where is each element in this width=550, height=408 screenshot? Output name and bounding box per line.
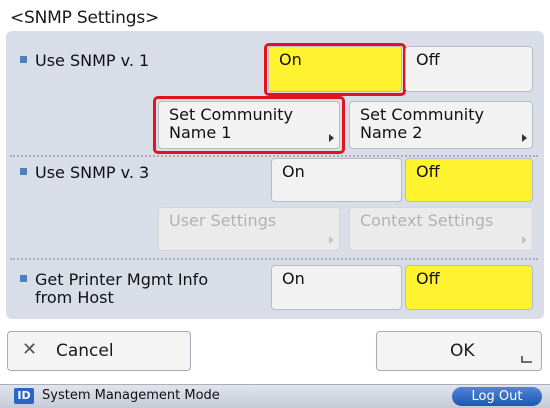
corner-return-icon [521, 356, 532, 363]
ok-button[interactable]: OK [376, 331, 542, 371]
set-community-name-1-button[interactable]: Set Community Name 1 [158, 101, 340, 149]
cancel-button[interactable]: ✕ Cancel [7, 331, 191, 371]
id-badge-icon: ID [14, 388, 34, 404]
bullet-icon [20, 56, 27, 63]
snmp-v3-label: Use SNMP v. 3 [20, 164, 149, 182]
submenu-arrow-icon [329, 236, 334, 244]
printer-mgmt-off-button[interactable]: Off [405, 265, 533, 310]
snmp-v1-label: Use SNMP v. 1 [20, 52, 149, 70]
section-divider [10, 155, 538, 157]
submenu-arrow-icon [522, 236, 527, 244]
page-title: <SNMP Settings> [10, 8, 160, 28]
bullet-icon [20, 168, 27, 175]
submenu-arrow-icon [522, 134, 527, 142]
close-icon: ✕ [22, 339, 38, 360]
snmp-v3-on-button[interactable]: On [271, 158, 402, 202]
submenu-arrow-icon [329, 134, 334, 142]
printer-mgmt-label: Get Printer Mgmt Info from Host [20, 271, 208, 307]
set-community-name-2-button[interactable]: Set Community Name 2 [349, 101, 533, 149]
snmp-v1-off-button[interactable]: Off [405, 46, 533, 92]
context-settings-button[interactable]: Context Settings [349, 207, 533, 251]
mode-text: System Management Mode [42, 388, 220, 403]
status-bar: ID System Management Mode Log Out [0, 384, 550, 408]
snmp-v1-on-button[interactable]: On [268, 46, 402, 92]
bullet-icon [20, 275, 27, 282]
snmp-v3-off-button[interactable]: Off [405, 158, 533, 202]
user-settings-button[interactable]: User Settings [158, 207, 340, 251]
log-out-button[interactable]: Log Out [452, 387, 542, 406]
printer-mgmt-on-button[interactable]: On [271, 265, 402, 310]
section-divider [10, 258, 538, 260]
